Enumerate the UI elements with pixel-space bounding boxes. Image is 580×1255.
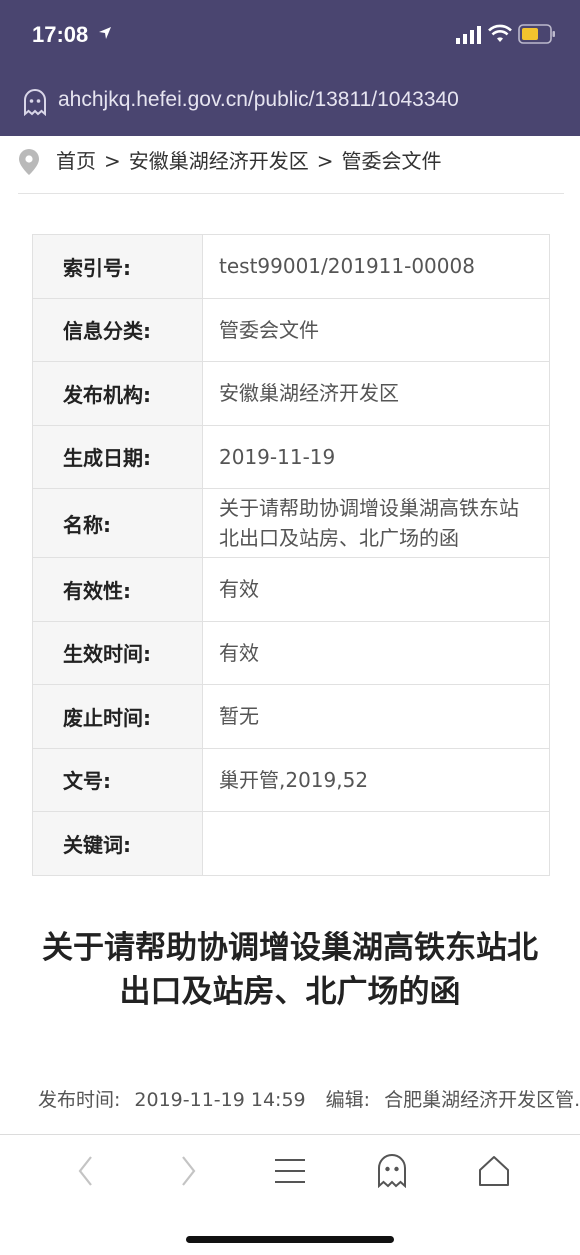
menu-button[interactable] xyxy=(270,1153,310,1189)
publish-time: 2019-11-19 14:59 xyxy=(134,1089,306,1111)
meta-key: 生成日期: xyxy=(32,424,203,489)
private-mode-button[interactable] xyxy=(372,1153,412,1189)
meta-key: 生效时间: xyxy=(32,620,203,685)
breadcrumb-section[interactable]: 安徽巢湖经济开发区 xyxy=(129,146,309,176)
breadcrumb-separator: > xyxy=(316,149,334,173)
meta-key: 索引号: xyxy=(32,234,203,299)
table-row: 名称: 关于请帮助协调增设巢湖高铁东站北出口及站房、北广场的函 xyxy=(32,488,550,558)
address-bar[interactable]: ahchjkq.hefei.gov.cn/public/13811/104334… xyxy=(0,76,580,132)
status-time: 17:08 xyxy=(32,22,89,47)
meta-key: 废止时间: xyxy=(32,684,203,749)
ghost-icon xyxy=(378,1154,406,1188)
location-arrow-icon xyxy=(99,27,111,39)
document-meta-table: 索引号: test99001/201911-00008 信息分类: 管委会文件 … xyxy=(32,234,550,876)
meta-value: 管委会文件 xyxy=(202,297,550,362)
breadcrumb-home[interactable]: 首页 xyxy=(56,146,96,176)
table-row: 关键词: xyxy=(32,811,550,876)
meta-value: 有效 xyxy=(202,557,550,622)
editor-label: 编辑: xyxy=(325,1089,371,1111)
menu-icon xyxy=(275,1159,305,1183)
article-title: 关于请帮助协调增设巢湖高铁东站北出口及站房、北广场的函 xyxy=(42,930,538,1010)
meta-value: 关于请帮助协调增设巢湖高铁东站北出口及站房、北广场的函 xyxy=(202,488,550,558)
cellular-signal-icon xyxy=(456,26,481,44)
table-row: 生效时间: 有效 xyxy=(32,620,550,685)
table-row: 废止时间: 暂无 xyxy=(32,684,550,749)
meta-value: 安徽巢湖经济开发区 xyxy=(202,361,550,426)
meta-value: 有效 xyxy=(202,620,550,685)
location-pin-icon xyxy=(19,149,39,175)
meta-value: test99001/201911-00008 xyxy=(202,234,550,299)
home-icon xyxy=(479,1156,509,1186)
table-row: 信息分类: 管委会文件 xyxy=(32,297,550,362)
url-text[interactable]: ahchjkq.hefei.gov.cn/public/13811/104334… xyxy=(58,88,528,112)
meta-value xyxy=(202,811,550,876)
home-indicator[interactable] xyxy=(186,1236,394,1243)
breadcrumb-current[interactable]: 管委会文件 xyxy=(342,146,442,176)
meta-key: 有效性: xyxy=(32,557,203,622)
wifi-icon xyxy=(488,24,512,42)
meta-key: 名称: xyxy=(32,488,203,558)
editor-name: 合肥巢湖经济开发区管... xyxy=(384,1089,580,1111)
table-row: 索引号: test99001/201911-00008 xyxy=(32,234,550,299)
ghost-icon xyxy=(24,89,46,116)
meta-key: 文号: xyxy=(32,747,203,812)
table-row: 文号: 巢开管,2019,52 xyxy=(32,747,550,812)
status-bar: 17:08 xyxy=(0,0,580,70)
forward-button[interactable] xyxy=(168,1153,208,1189)
table-row: 生成日期: 2019-11-19 xyxy=(32,424,550,489)
meta-key: 关键词: xyxy=(32,811,203,876)
meta-key: 信息分类: xyxy=(32,297,203,362)
meta-key: 发布机构: xyxy=(32,361,203,426)
breadcrumb: 首页 > 安徽巢湖经济开发区 > 管委会文件 xyxy=(18,146,564,194)
table-row: 发布机构: 安徽巢湖经济开发区 xyxy=(32,361,550,426)
publish-label: 发布时间: xyxy=(38,1089,121,1111)
back-icon xyxy=(78,1156,92,1186)
back-button[interactable] xyxy=(66,1153,106,1189)
meta-value: 2019-11-19 xyxy=(202,424,550,489)
table-row: 有效性: 有效 xyxy=(32,557,550,622)
meta-value: 暂无 xyxy=(202,684,550,749)
forward-icon xyxy=(182,1156,196,1186)
browser-top-bar: 17:08 ahchjkq.hefei.gov.cn/public/13811/… xyxy=(0,0,580,136)
breadcrumb-separator: > xyxy=(104,149,121,173)
home-button[interactable] xyxy=(474,1153,514,1189)
meta-value: 巢开管,2019,52 xyxy=(202,747,550,812)
publish-info: 发布时间: 2019-11-19 14:59 编辑: 合肥巢湖经济开发区管... xyxy=(38,1085,580,1115)
battery-icon xyxy=(518,24,555,44)
